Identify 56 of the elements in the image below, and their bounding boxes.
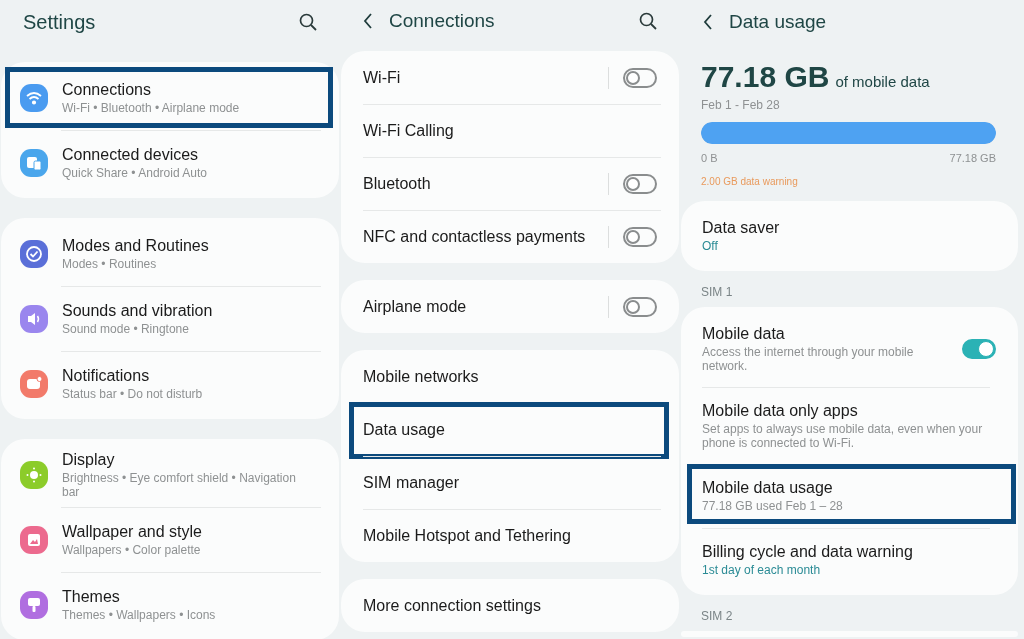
setting-title[interactable]: SIM manager (363, 473, 661, 492)
setting-title[interactable]: Mobile Hotspot and Tethering (363, 526, 661, 545)
setting-title[interactable]: Bluetooth (363, 174, 594, 193)
screen-title: Connections (389, 10, 496, 32)
setting-subtitle: 77.18 GB used Feb 1 – 28 (702, 499, 844, 513)
setting-title[interactable]: NFC and contactless payments (363, 227, 594, 246)
screen-title: Data usage (729, 11, 828, 33)
section-label: SIM 1 (700, 285, 734, 301)
usage-amount: 77.18 GB (701, 60, 830, 94)
toggle-switch[interactable] (623, 296, 657, 317)
setting-subtitle: Sound mode • Ringtone (62, 321, 190, 336)
usage-note: of mobile data (835, 73, 930, 90)
section-label: SIM 2 (700, 609, 734, 625)
setting-title[interactable]: Connected devices (62, 145, 313, 164)
setting-title[interactable]: Data saver (702, 219, 1000, 237)
setting-subtitle: Wi-Fi • Bluetooth • Airplane mode (62, 100, 241, 115)
setting-title[interactable]: Display (62, 450, 313, 469)
data-warning: 2.00 GB data warning (701, 176, 799, 187)
setting-title[interactable]: Wallpaper and style (62, 522, 313, 541)
setting-subtitle: Quick Share • Android Auto (62, 165, 208, 180)
setting-title[interactable]: Themes (62, 587, 313, 606)
setting-title[interactable]: Mobile networks (363, 367, 661, 386)
back-icon[interactable] (363, 13, 373, 29)
setting-subtitle: Set apps to always use mobile data, even when your phone is connected to Wi-Fi. (702, 421, 984, 450)
setting-title[interactable]: Modes and Routines (62, 236, 313, 255)
setting-subtitle: Modes • Routines (62, 256, 158, 271)
setting-subtitle: 1st day of each month (702, 563, 822, 577)
setting-title[interactable]: Notifications (62, 366, 313, 385)
setting-title[interactable]: Wi-Fi Calling (363, 121, 661, 140)
screen-title: Settings (23, 10, 97, 34)
setting-title[interactable]: Wi-Fi (363, 68, 594, 87)
setting-title[interactable]: Connections (62, 80, 313, 99)
setting-title[interactable]: Data usage (363, 420, 661, 439)
toggle-switch[interactable] (623, 173, 657, 194)
setting-title[interactable]: Mobile data only apps (702, 401, 1000, 420)
bar-max-label: 77.18 GB (949, 152, 996, 164)
setting-title[interactable]: Sounds and vibration (62, 301, 313, 320)
setting-subtitle: Wallpapers • Color palette (62, 542, 202, 557)
back-icon[interactable] (703, 14, 713, 30)
setting-title[interactable]: Mobile data (702, 324, 948, 343)
toggle-switch[interactable] (962, 338, 996, 359)
setting-subtitle: Access the internet through your mobile network. (702, 344, 915, 373)
setting-title[interactable]: Mobile data usage (702, 479, 1000, 497)
setting-title[interactable]: More connection settings (363, 596, 661, 615)
setting-subtitle: Brightness • Eye comfort shield • Navigation bar (62, 470, 297, 499)
setting-title[interactable]: Airplane mode (363, 297, 594, 316)
usage-period: Feb 1 - Feb 28 (701, 98, 781, 112)
setting-title[interactable]: Billing cycle and data warning (702, 543, 1000, 561)
bar-min-label: 0 B (701, 152, 718, 164)
toggle-switch[interactable] (623, 67, 657, 88)
search-icon[interactable] (299, 13, 317, 31)
setting-subtitle: Themes • Wallpapers • Icons (62, 607, 217, 622)
search-icon[interactable] (639, 12, 657, 30)
setting-subtitle: Status bar • Do not disturb (62, 386, 204, 401)
toggle-switch[interactable] (623, 226, 657, 247)
setting-subtitle: Off (702, 239, 719, 253)
